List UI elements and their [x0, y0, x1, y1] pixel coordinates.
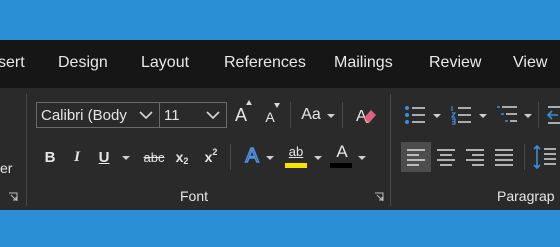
text-effects-icon[interactable]: A [242, 144, 262, 168]
font-shrink-icon[interactable]: A [263, 108, 277, 126]
font-grow-icon[interactable]: A [233, 104, 249, 126]
dropdown-arrow-icon[interactable] [433, 114, 441, 118]
text-highlight-icon[interactable]: ab [285, 142, 307, 160]
font-color-swatch [330, 163, 352, 168]
chevron-down-icon[interactable] [139, 110, 153, 120]
font-size-combobox[interactable]: 11 [159, 102, 227, 128]
superscript-glyph: x [204, 149, 213, 165]
tab-design[interactable]: Design [58, 54, 108, 72]
font-name-combobox[interactable]: Calibri (Body [36, 102, 160, 128]
dropdown-arrow-icon[interactable] [358, 156, 366, 160]
tab-mailings[interactable]: Mailings [334, 54, 393, 72]
bold-button[interactable]: B [42, 148, 58, 166]
group-separator [390, 94, 391, 206]
underline-glyph: U [98, 148, 110, 166]
font-shrink-glyph: A [265, 109, 275, 125]
chevron-down-icon[interactable] [206, 110, 220, 120]
strikethrough-button[interactable]: abc [142, 148, 166, 166]
dropdown-arrow-icon[interactable] [327, 114, 335, 118]
text-highlight-glyph: ab [288, 143, 304, 159]
separator [342, 102, 343, 128]
change-case-glyph: Aa [301, 106, 321, 123]
font-group-label: Font [180, 188, 209, 204]
tab-view[interactable]: View [513, 54, 547, 72]
caret-up-icon [246, 100, 252, 105]
clear-formatting-icon[interactable]: A [355, 104, 377, 126]
separator [524, 144, 525, 170]
align-right-icon[interactable] [465, 147, 485, 167]
paragraph-group-label: Paragrap [497, 188, 555, 204]
separator [290, 102, 291, 128]
dropdown-arrow-icon[interactable] [524, 114, 532, 118]
font-grow-glyph: A [234, 104, 247, 125]
tab-references[interactable]: References [224, 54, 306, 72]
bold-glyph: B [44, 148, 56, 166]
tab-review[interactable]: Review [429, 54, 481, 72]
multilevel-list-icon[interactable] [496, 104, 518, 126]
bullets-icon[interactable] [404, 104, 426, 126]
separator [230, 144, 231, 170]
align-center-icon[interactable] [436, 147, 456, 167]
underline-button[interactable]: U [97, 148, 111, 166]
text-effects-glyph: A [245, 144, 260, 168]
dropdown-arrow-icon[interactable] [479, 114, 487, 118]
dialog-launcher-icon[interactable] [8, 192, 18, 202]
font-name-value: Calibri (Body [41, 107, 127, 124]
subscript-button[interactable]: x2 [173, 148, 191, 166]
caret-down-icon [274, 103, 280, 108]
dropdown-arrow-icon[interactable] [266, 156, 274, 160]
separator [538, 102, 539, 128]
justify-icon[interactable] [494, 147, 514, 167]
ribbon-tab-bar: sert Design Layout References Mailings R… [0, 40, 560, 88]
subscript-glyph: x [175, 149, 184, 165]
change-case-icon[interactable]: Aa [298, 104, 324, 126]
italic-button[interactable]: I [70, 148, 84, 166]
left-group-fragment: er [0, 160, 13, 176]
dropdown-arrow-icon[interactable] [122, 156, 130, 160]
font-color-glyph: A [336, 142, 348, 161]
tab-insert[interactable]: sert [0, 54, 25, 72]
superscript-button[interactable]: x2 [202, 147, 220, 166]
subscript-small: 2 [183, 156, 189, 166]
word-window: sert Design Layout References Mailings R… [0, 40, 560, 210]
dialog-launcher-icon[interactable] [374, 192, 384, 202]
ribbon-home: er Calibri (Body 11 A A Aa A B I U abc x… [0, 88, 560, 210]
italic-glyph: I [74, 148, 80, 165]
numbering-icon[interactable] [450, 104, 472, 126]
align-left-icon[interactable] [406, 147, 426, 167]
strikethrough-glyph: abc [143, 149, 165, 165]
line-spacing-icon[interactable] [532, 144, 556, 170]
group-separator [26, 94, 27, 206]
dropdown-arrow-icon[interactable] [314, 156, 322, 160]
tab-layout[interactable]: Layout [141, 54, 189, 72]
font-color-icon[interactable]: A [332, 142, 352, 161]
font-size-value: 11 [164, 107, 180, 124]
superscript-small: 2 [212, 147, 218, 157]
highlight-color-swatch [285, 163, 307, 168]
decrease-indent-icon[interactable] [546, 104, 560, 126]
